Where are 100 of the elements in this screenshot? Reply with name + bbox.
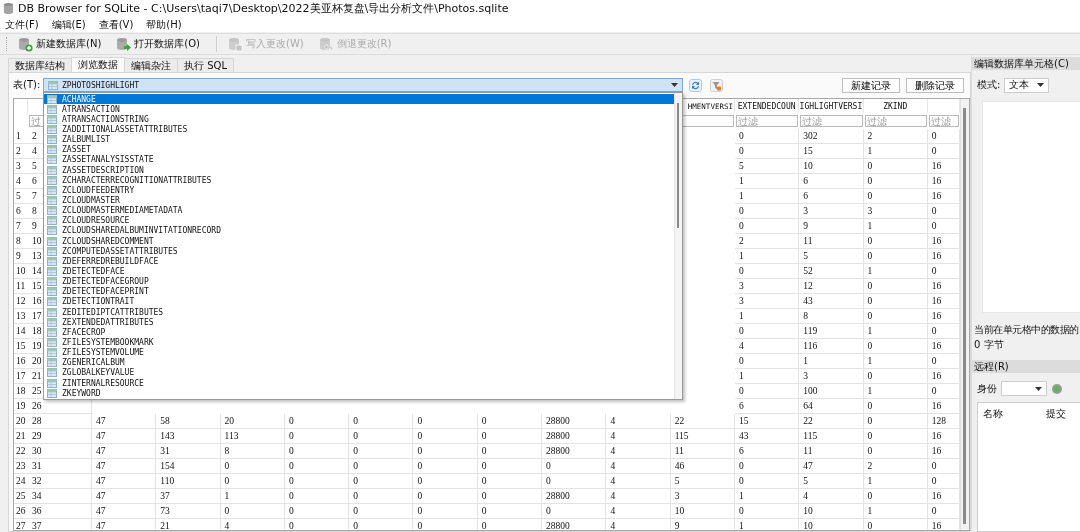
table-cell: 28800 — [542, 429, 607, 444]
table-cell: 6 — [799, 174, 864, 189]
table-cell: 0 — [863, 429, 928, 444]
table-cell: 0 — [927, 129, 960, 144]
table-cell: 3 — [799, 369, 864, 384]
table-cell: 0 — [542, 459, 607, 474]
cell-info-text: 当前在单元格中的数据的 — [973, 323, 1080, 337]
table-cell: 0 — [220, 504, 285, 519]
table-cell: 0 — [863, 399, 928, 414]
row-number: 26 — [14, 504, 28, 519]
table-cell: 0 — [734, 459, 800, 474]
row-number: 18 — [14, 384, 28, 399]
row-number: 10 — [14, 264, 28, 279]
table-cell: 47 — [799, 459, 864, 474]
row-number: 17 — [14, 369, 28, 384]
table-cell: 1 — [863, 144, 928, 159]
table-cell: 0 — [734, 204, 800, 219]
table-cell: 0 — [734, 504, 800, 519]
table-cell: 0 — [927, 384, 960, 399]
table-cell: 0 — [863, 189, 928, 204]
table-cell: 0 — [542, 504, 607, 519]
table-cell: 0 — [863, 489, 928, 504]
table-cell: 0 — [734, 219, 800, 234]
table-cell: 37 — [28, 519, 92, 530]
table-cell: 0 — [927, 144, 960, 159]
table-cell: 0 — [349, 414, 414, 429]
table-cell: 0 — [542, 474, 607, 489]
table-cell: 4 — [606, 504, 671, 519]
table-cell: 2 — [863, 459, 928, 474]
table-cell: 0 — [477, 414, 543, 429]
table-cell: 16 — [927, 189, 960, 204]
table-cell: 16 — [927, 159, 960, 174]
row-number: 1 — [14, 129, 28, 144]
table-cell: 115 — [670, 429, 735, 444]
pane-title: 远程(R) — [972, 360, 1080, 373]
table-cell: 10 — [799, 159, 864, 174]
window-title: DB Browser for SQLite - C:\Users\taqi7\Desktop\2022美亚杯复盘\导出分析文件\Photos.sqlite — [18, 1, 509, 16]
table-cell: 0 — [284, 444, 350, 459]
table-cell: 34 — [28, 489, 92, 504]
table-cell: 0 — [927, 504, 960, 519]
table-cell: 3 — [799, 204, 864, 219]
table-cell: 16 — [927, 279, 960, 294]
table-cell: 22 — [799, 414, 864, 429]
cell-size-text: 0 字节 — [973, 338, 1005, 352]
table-cell: 47 — [92, 489, 157, 504]
table-cell: 21 — [156, 519, 221, 530]
table-cell: 0 — [863, 294, 928, 309]
table-cell: 113 — [220, 429, 285, 444]
row-number: 25 — [14, 489, 28, 504]
table-cell: 16 — [927, 489, 960, 504]
table-cell: 0 — [413, 444, 478, 459]
row-number: 19 — [14, 399, 28, 414]
table-cell: 0 — [477, 489, 543, 504]
table-cell: 73 — [156, 504, 221, 519]
table-cell: 0 — [927, 264, 960, 279]
table-cell: 3 — [734, 294, 800, 309]
row-number: 22 — [14, 444, 28, 459]
table-cell: 16 — [927, 339, 960, 354]
table-cell: 28800 — [542, 519, 607, 530]
table-cell: 0 — [927, 219, 960, 234]
table-cell: 1 — [863, 354, 928, 369]
row-number: 8 — [14, 234, 28, 249]
mode-label: 模式: — [977, 78, 1001, 92]
table-cell: 0 — [863, 249, 928, 264]
table-cell: 46 — [670, 459, 735, 474]
table-cell: 0 — [413, 414, 478, 429]
table-cell: 16 — [927, 309, 960, 324]
table-cell: 0 — [349, 474, 414, 489]
table-cell: 0 — [477, 444, 543, 459]
table-cell: 115 — [799, 429, 864, 444]
table-cell: 143 — [156, 429, 221, 444]
table-cell: 119 — [799, 324, 864, 339]
table-cell: 8 — [799, 309, 864, 324]
table-cell: 16 — [927, 174, 960, 189]
table-cell: 0 — [413, 459, 478, 474]
table-cell: 0 — [863, 159, 928, 174]
table-cell: 16 — [927, 234, 960, 249]
table-cell: 22 — [670, 414, 735, 429]
table-cell: 4 — [220, 519, 285, 530]
row-number: 27 — [14, 519, 28, 530]
table-cell: 0 — [413, 489, 478, 504]
row-number: 2 — [14, 144, 28, 159]
table-cell: 0 — [863, 339, 928, 354]
table-cell: 3 — [863, 204, 928, 219]
table-cell: 116 — [799, 339, 864, 354]
table-cell: 1 — [863, 504, 928, 519]
table-cell: 16 — [927, 444, 960, 459]
table-cell: 0 — [927, 324, 960, 339]
table-cell: 0 — [863, 279, 928, 294]
table-cell: 16 — [927, 399, 960, 414]
table-cell: 0 — [927, 204, 960, 219]
table-cell: 16 — [927, 294, 960, 309]
table-cell: 1 — [734, 369, 800, 384]
table-cell: 10 — [799, 504, 864, 519]
table-cell: 47 — [92, 504, 157, 519]
table-cell: 0 — [863, 174, 928, 189]
table-cell: 4 — [606, 429, 671, 444]
table-cell: 47 — [92, 444, 157, 459]
table-cell: 11 — [799, 234, 864, 249]
table-cell: 36 — [28, 504, 92, 519]
